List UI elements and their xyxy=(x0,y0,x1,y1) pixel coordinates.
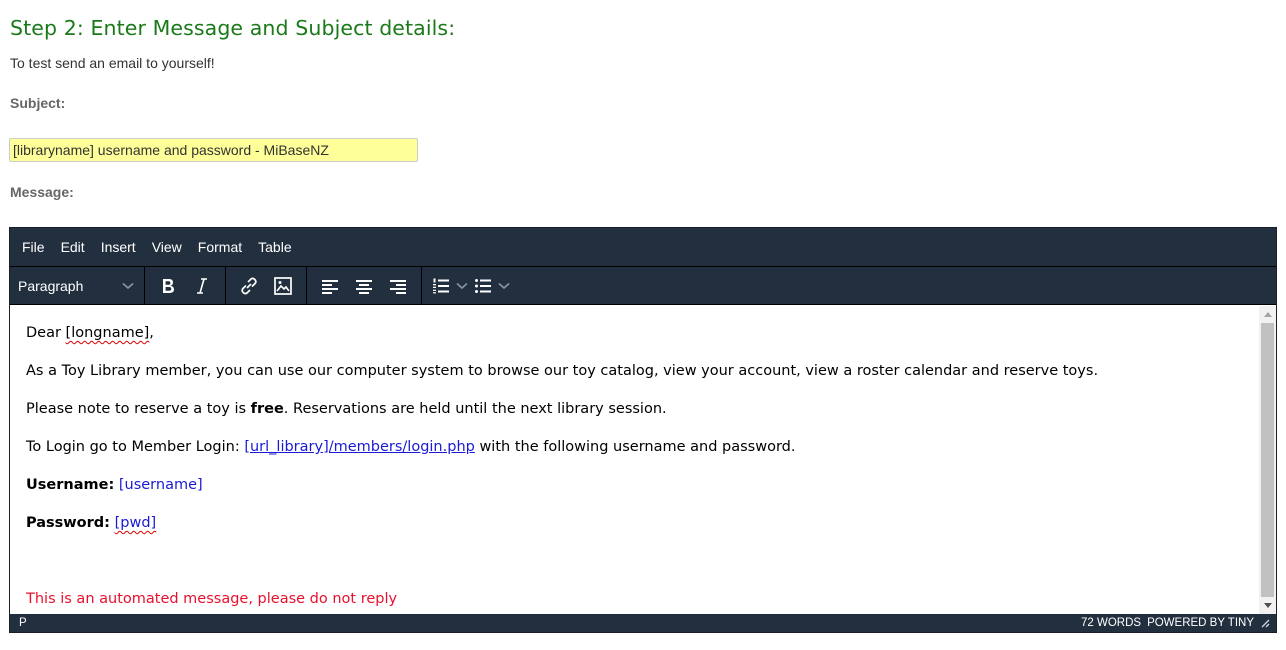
bold-icon xyxy=(163,278,174,293)
image-icon xyxy=(274,276,292,295)
password-label: Password: xyxy=(26,515,110,531)
subject-input[interactable] xyxy=(9,138,418,162)
scroll-down-button[interactable] xyxy=(1259,597,1276,614)
chevron-down-icon xyxy=(122,282,134,289)
arrow-up-icon xyxy=(1263,312,1272,317)
login-paragraph: To Login go to Member Login: [url_librar… xyxy=(26,439,796,455)
password-placeholder: [pwd] xyxy=(114,515,157,531)
powered-by-tiny[interactable]: POWERED BY TINY xyxy=(1147,617,1254,629)
link-button[interactable] xyxy=(232,271,266,301)
italic-icon xyxy=(197,277,207,294)
scroll-up-button[interactable] xyxy=(1259,306,1276,323)
username-placeholder: [username] xyxy=(118,477,203,493)
numbered-list-button[interactable] xyxy=(428,271,454,301)
menu-file[interactable]: File xyxy=(14,235,53,259)
editor-scrollbar[interactable] xyxy=(1259,306,1276,614)
password-paragraph: Password: [pwd] xyxy=(26,515,156,531)
scrollbar-thumb[interactable] xyxy=(1261,323,1274,597)
reservation-paragraph: Please note to reserve a toy is free. Re… xyxy=(26,401,667,417)
align-right-icon xyxy=(390,279,406,294)
automated-note: This is an automated message, please do … xyxy=(26,591,398,607)
longname-placeholder: [longname] xyxy=(65,325,150,341)
username-paragraph: Username: [username] xyxy=(26,477,203,493)
free-text: free xyxy=(250,401,284,417)
numbered-list-dropdown[interactable] xyxy=(454,271,470,301)
block-format-value: Paragraph xyxy=(18,277,84,294)
greeting-paragraph: Dear [longname], xyxy=(26,325,154,341)
menu-format[interactable]: Format xyxy=(190,235,250,259)
rich-text-editor: File Edit Insert View Format Table Parag… xyxy=(9,227,1277,633)
message-label: Message: xyxy=(10,184,74,200)
block-format-select[interactable]: Paragraph xyxy=(12,271,138,301)
align-right-button[interactable] xyxy=(381,271,415,301)
subject-label: Subject: xyxy=(10,95,66,111)
image-button[interactable] xyxy=(266,271,300,301)
chevron-down-icon xyxy=(498,282,510,289)
align-left-icon xyxy=(322,279,338,294)
bullet-list-button[interactable] xyxy=(470,271,496,301)
bullet-list-split-button[interactable] xyxy=(470,271,512,301)
align-left-button[interactable] xyxy=(313,271,347,301)
member-login-link[interactable]: [url_library]/members/login.php xyxy=(244,439,475,455)
bullet-list-icon xyxy=(475,278,491,293)
menu-edit[interactable]: Edit xyxy=(53,235,93,259)
menu-insert[interactable]: Insert xyxy=(93,235,144,259)
numbered-list-split-button[interactable] xyxy=(428,271,470,301)
page-heading: Step 2: Enter Message and Subject detail… xyxy=(10,16,456,40)
bold-button[interactable] xyxy=(151,271,185,301)
editor-toolbar: Paragraph xyxy=(10,267,1276,305)
align-center-icon xyxy=(356,279,372,294)
numbered-list-icon xyxy=(433,278,449,293)
bullet-list-dropdown[interactable] xyxy=(496,271,512,301)
element-path[interactable]: P xyxy=(19,617,27,629)
chevron-down-icon xyxy=(456,282,468,289)
word-count[interactable]: 72 WORDS xyxy=(1081,617,1141,629)
menu-table[interactable]: Table xyxy=(250,235,299,259)
resize-handle-icon[interactable] xyxy=(1260,618,1270,628)
menu-view[interactable]: View xyxy=(144,235,190,259)
editor-menubar: File Edit Insert View Format Table xyxy=(10,228,1276,267)
arrow-down-icon xyxy=(1263,603,1272,608)
page-subtitle: To test send an email to yourself! xyxy=(10,55,215,71)
editor-statusbar: P 72 WORDS POWERED BY TINY xyxy=(10,614,1276,632)
username-label: Username: xyxy=(26,477,115,493)
intro-paragraph: As a Toy Library member, you can use our… xyxy=(26,363,1099,379)
link-icon xyxy=(241,277,257,294)
italic-button[interactable] xyxy=(185,271,219,301)
editor-content-area[interactable]: Dear [longname], As a Toy Library member… xyxy=(10,306,1259,614)
align-center-button[interactable] xyxy=(347,271,381,301)
